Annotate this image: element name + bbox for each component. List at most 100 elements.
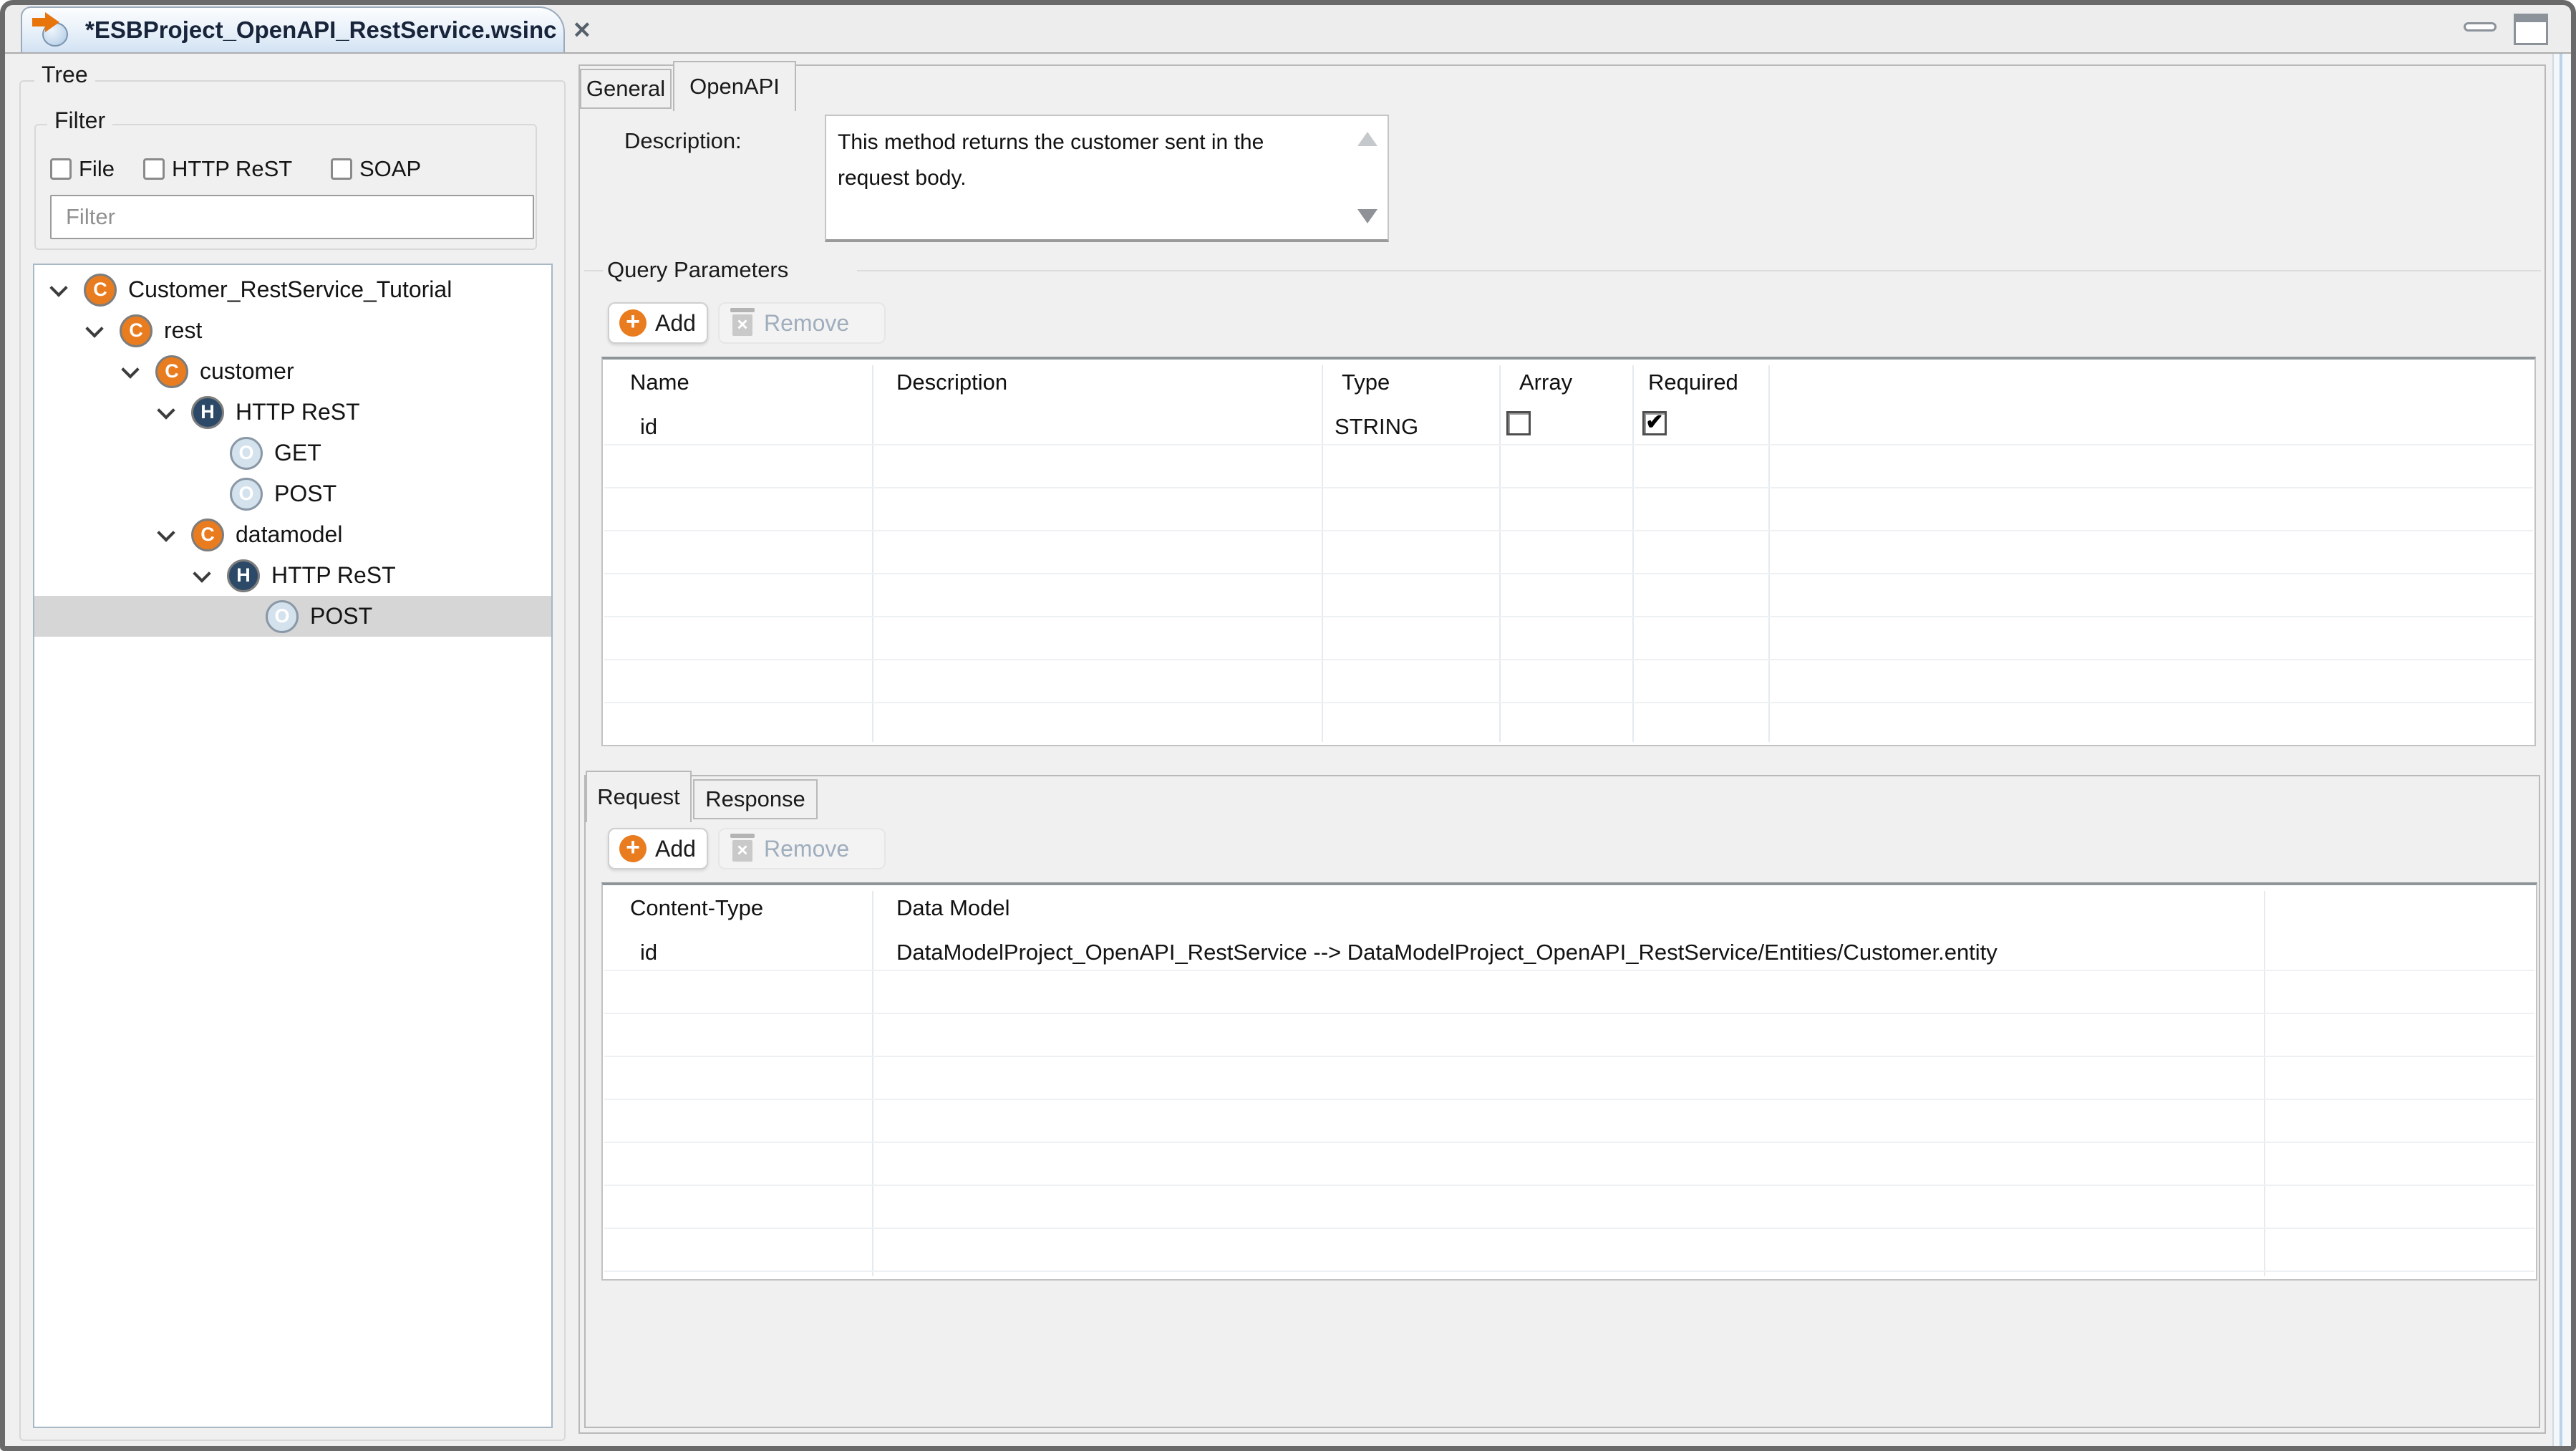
http-rest-icon: H	[191, 396, 224, 429]
chevron-down-icon[interactable]	[49, 279, 67, 297]
component-icon: C	[155, 355, 188, 388]
qp-remove-label: Remove	[764, 310, 849, 337]
tree-item-datamodel[interactable]: Cdatamodel	[34, 514, 551, 555]
tree-item-label: rest	[164, 317, 202, 344]
filter-input[interactable]: Filter	[50, 195, 534, 239]
section-line-left	[584, 270, 603, 271]
tree-item-rest[interactable]: Crest	[34, 310, 551, 351]
qp-col-name: Name	[630, 370, 689, 395]
chevron-down-icon[interactable]	[85, 319, 103, 337]
rr-remove-button[interactable]: Remove	[718, 828, 886, 869]
tree-item-label: HTTP ReST	[236, 399, 360, 425]
rr-row-data-model[interactable]: DataModelProject_OpenAPI_RestService -->…	[896, 940, 1998, 965]
http-rest-checkbox-label: HTTP ReST	[172, 156, 292, 181]
description-textarea[interactable]: This method returns the customer sent in…	[825, 115, 1389, 242]
filter-checkbox-http-rest[interactable]: HTTP ReST	[143, 156, 292, 182]
trash-icon	[732, 840, 752, 862]
operation-icon: O	[230, 437, 263, 470]
tab-openapi-label: OpenAPI	[689, 74, 780, 100]
qp-row-type[interactable]: STRING	[1335, 414, 1418, 440]
qp-col-array: Array	[1519, 370, 1572, 395]
close-icon[interactable]	[572, 19, 591, 42]
empty-rows-grid	[604, 970, 2534, 1278]
rr-add-label: Add	[655, 836, 696, 862]
qp-col-description: Description	[896, 370, 1007, 395]
description-text: This method returns the customer sent in…	[838, 125, 1289, 196]
filter-group-label: Filter	[47, 108, 112, 133]
operation-icon: O	[266, 600, 299, 633]
tab-response-label: Response	[705, 786, 805, 812]
tree-item-label: GET	[274, 440, 321, 466]
add-plus-icon	[619, 309, 647, 337]
tree-item-label: POST	[310, 603, 372, 630]
tab-general[interactable]: General	[580, 69, 672, 109]
operation-icon: O	[230, 478, 263, 511]
section-line-right	[857, 270, 2541, 271]
tab-request-label: Request	[597, 784, 679, 810]
rr-col-content-type: Content-Type	[630, 895, 763, 921]
chevron-down-icon[interactable]	[193, 564, 210, 582]
rr-remove-label: Remove	[764, 836, 849, 862]
tree-item-customer-restservice-tutorial[interactable]: C Customer_RestService_Tutorial	[34, 269, 551, 310]
qp-col-required: Required	[1648, 370, 1738, 395]
component-icon: C	[191, 519, 224, 551]
tree-group-label: Tree	[34, 62, 95, 87]
http-rest-checkbox[interactable]	[143, 158, 165, 180]
tree-item-label: HTTP ReST	[271, 562, 396, 589]
tree-item-get[interactable]: O GET	[34, 433, 551, 473]
editor-tab[interactable]: *ESBProject_OpenAPI_RestService.wsinc	[21, 6, 565, 52]
tree-item-label: POST	[274, 481, 336, 507]
tab-request[interactable]: Request	[586, 771, 692, 822]
tree-item-label: datamodel	[236, 521, 342, 548]
chevron-down-icon[interactable]	[157, 524, 175, 541]
soap-checkbox-label: SOAP	[359, 156, 421, 181]
query-parameters-label: Query Parameters	[607, 257, 788, 283]
http-rest-icon: H	[227, 559, 260, 592]
tree-item-label: customer	[200, 358, 294, 385]
filter-checkbox-soap[interactable]: SOAP	[331, 156, 421, 182]
scroll-up-icon[interactable]	[1357, 132, 1377, 146]
rr-add-button[interactable]: Add	[608, 828, 708, 869]
rest-service-file-icon	[34, 12, 74, 48]
tree-item-http-rest[interactable]: H HTTP ReST	[34, 392, 551, 433]
qp-add-button[interactable]: Add	[608, 302, 708, 344]
file-checkbox[interactable]	[50, 158, 72, 180]
tree-item-post[interactable]: O POST	[34, 473, 551, 514]
soap-checkbox[interactable]	[331, 158, 352, 180]
qp-remove-button[interactable]: Remove	[718, 302, 886, 344]
chevron-down-icon[interactable]	[121, 360, 139, 378]
tab-response[interactable]: Response	[693, 779, 818, 819]
component-icon: C	[84, 274, 117, 307]
editor-tab-strip: *ESBProject_OpenAPI_RestService.wsinc	[5, 5, 2571, 54]
tree-item-customer[interactable]: Ccustomer	[34, 351, 551, 392]
rr-col-data-model: Data Model	[896, 895, 1010, 921]
add-plus-icon	[619, 835, 647, 862]
query-parameters-table[interactable]: Name Description Type Array Required id …	[601, 357, 2536, 746]
description-label: Description:	[624, 128, 742, 154]
tab-general-label: General	[586, 76, 665, 102]
vertical-scrollbar[interactable]	[2552, 54, 2571, 1446]
filter-checkbox-file[interactable]: File	[50, 156, 115, 182]
qp-required-checkbox[interactable]	[1642, 411, 1667, 435]
component-icon: C	[120, 314, 152, 347]
qp-array-checkbox[interactable]	[1506, 411, 1531, 435]
tab-openapi[interactable]: OpenAPI	[673, 61, 796, 111]
service-tree: CCustomer_RestService_TutorialCrestCcust…	[33, 264, 553, 1428]
chevron-down-icon[interactable]	[157, 401, 175, 419]
empty-rows-grid	[604, 444, 2533, 743]
qp-row-name[interactable]: id	[640, 414, 657, 440]
tree-item-post[interactable]: O POST	[34, 596, 551, 637]
tree-item-http-rest[interactable]: H HTTP ReST	[34, 555, 551, 596]
request-table[interactable]: Content-Type Data Model id DataModelProj…	[601, 882, 2537, 1281]
tab-strip-divider	[5, 52, 2571, 54]
editor-tab-title: *ESBProject_OpenAPI_RestService.wsinc	[85, 16, 556, 44]
rr-row-content-type[interactable]: id	[640, 940, 657, 965]
tree-item-label: Customer_RestService_Tutorial	[128, 276, 452, 303]
scroll-down-icon[interactable]	[1357, 209, 1377, 223]
application-window: *ESBProject_OpenAPI_RestService.wsinc Tr…	[0, 0, 2576, 1451]
minimize-icon[interactable]	[2464, 22, 2497, 32]
file-checkbox-label: File	[79, 156, 115, 181]
qp-col-type: Type	[1342, 370, 1390, 395]
maximize-icon[interactable]	[2514, 14, 2548, 45]
qp-add-label: Add	[655, 310, 696, 337]
